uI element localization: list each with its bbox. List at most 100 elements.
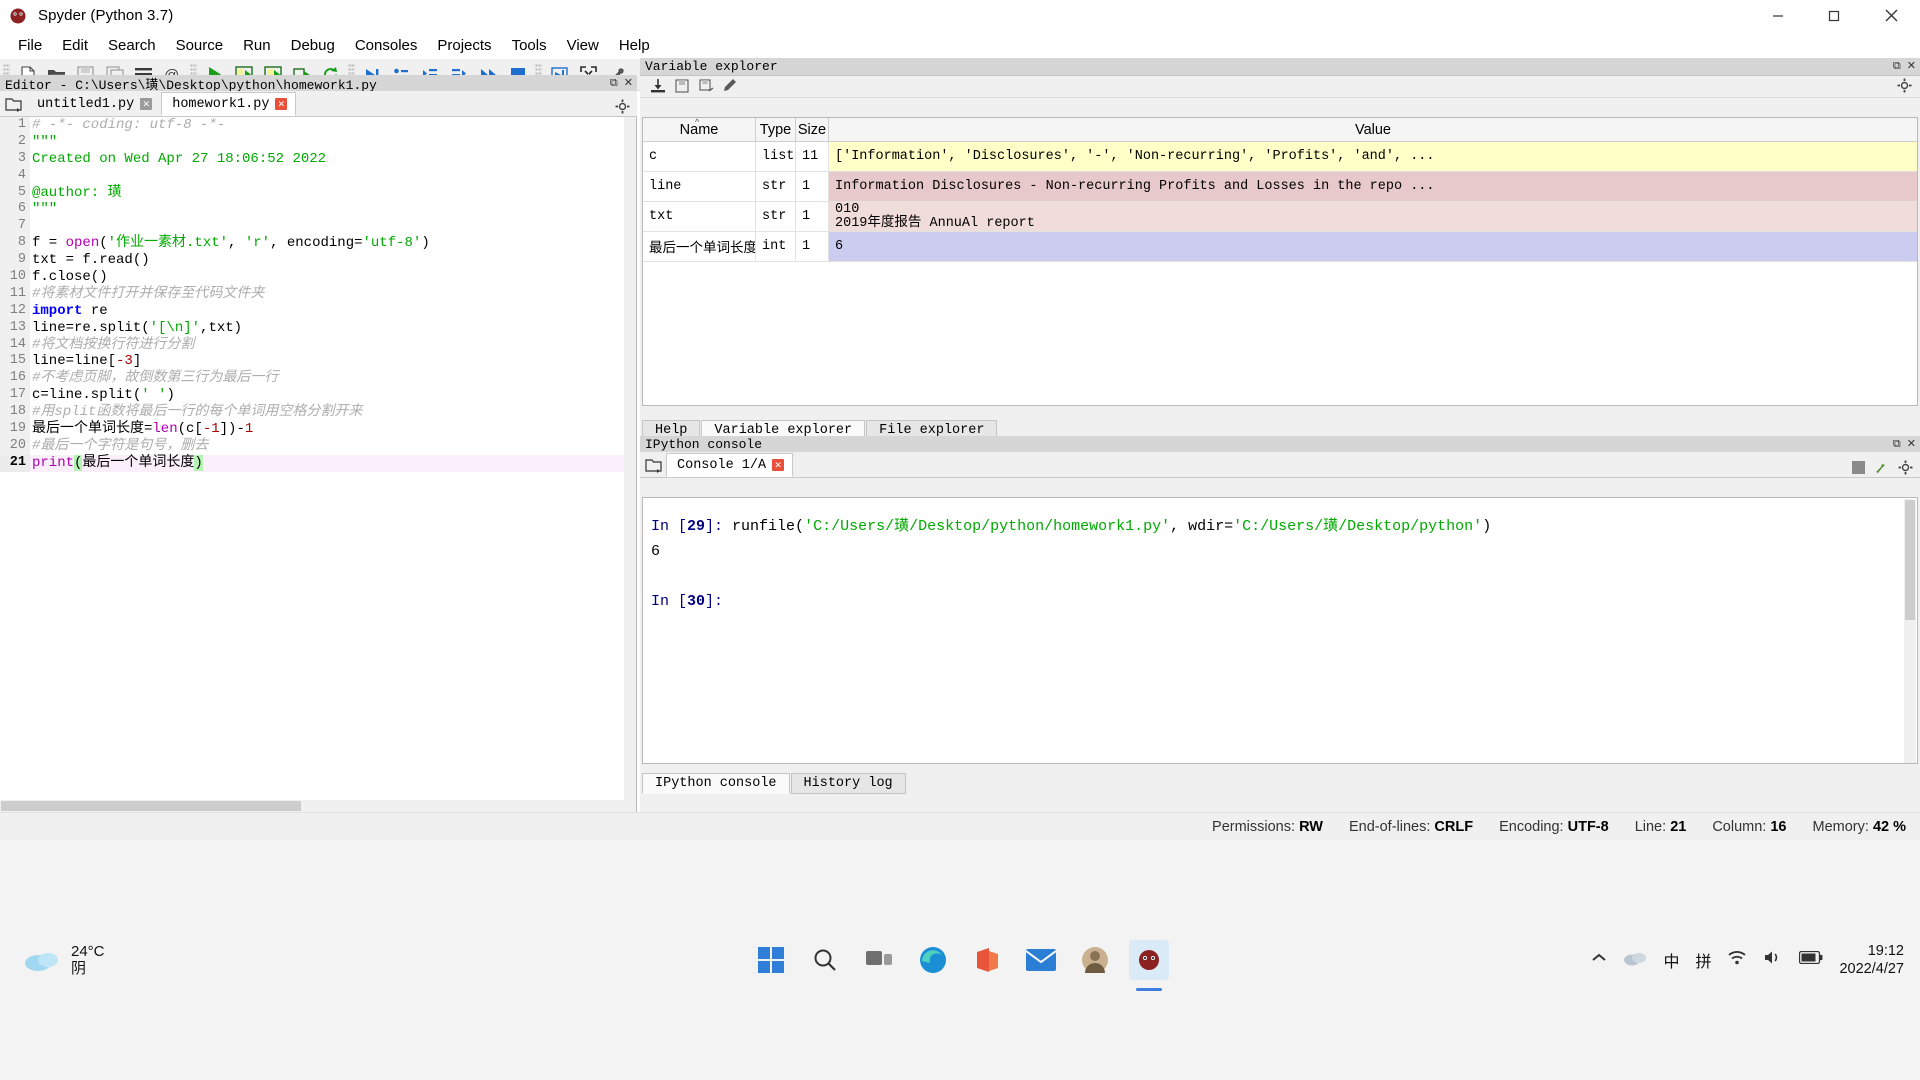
- close-pane-icon[interactable]: ✕: [624, 77, 633, 89]
- menu-help[interactable]: Help: [609, 35, 660, 56]
- code-line[interactable]: 9 txt = f.read(): [0, 252, 625, 270]
- console-scrollbar[interactable]: [1904, 499, 1916, 763]
- variable-explorer-options[interactable]: [1897, 78, 1920, 93]
- close-pane-icon[interactable]: ✕: [1907, 438, 1916, 450]
- menu-source[interactable]: Source: [166, 35, 234, 56]
- menu-search[interactable]: Search: [98, 35, 166, 56]
- code-line[interactable]: 2 """: [0, 133, 625, 151]
- reset-namespace-icon[interactable]: [718, 75, 742, 97]
- battery-icon[interactable]: [1799, 950, 1823, 969]
- code-line[interactable]: 19 最后一个单词长度=len(c[-1])-1: [0, 421, 625, 438]
- menu-projects[interactable]: Projects: [427, 35, 501, 56]
- code-line[interactable]: 7: [0, 218, 625, 236]
- variable-name: line: [643, 172, 756, 201]
- code-editor[interactable]: 1 # -*- coding: utf-8 -*- 2 """ 3 Created on …: [0, 117, 637, 812]
- close-pane-icon[interactable]: ✕: [1907, 60, 1916, 72]
- code-line[interactable]: 3 Created on Wed Apr 27 18:06:52 2022: [0, 150, 625, 168]
- editor-pane: Editor - C:\Users\璜\Desktop\python\homew…: [0, 75, 637, 812]
- close-tab-icon[interactable]: ✕: [140, 98, 153, 110]
- taskbar-clock[interactable]: 19:12 2022/4/27: [1839, 942, 1904, 978]
- menu-file[interactable]: File: [8, 35, 52, 56]
- console-tab-1a[interactable]: Console 1/A ✕: [666, 453, 794, 477]
- office-icon[interactable]: [967, 940, 1007, 980]
- browse-tabs-icon[interactable]: [640, 453, 666, 477]
- table-row[interactable]: c list 11 ['Information', 'Disclosures', '-…: [643, 142, 1917, 172]
- user-photo-icon[interactable]: [1075, 940, 1115, 980]
- close-tab-icon[interactable]: ✕: [772, 459, 785, 471]
- table-row[interactable]: 最后一个单词长度 int 1 6: [643, 232, 1917, 262]
- menu-edit[interactable]: Edit: [52, 35, 98, 56]
- tab-history-log[interactable]: History log: [790, 773, 906, 794]
- menu-run[interactable]: Run: [233, 35, 281, 56]
- code-line[interactable]: 4: [0, 167, 625, 185]
- editor-tab-untitled1[interactable]: untitled1.py ✕: [26, 92, 162, 116]
- undock-icon[interactable]: ⧉: [610, 77, 618, 89]
- code-line[interactable]: 13 line=re.split('[\n]',txt): [0, 319, 625, 337]
- onedrive-icon[interactable]: [1623, 950, 1647, 971]
- menu-tools[interactable]: Tools: [502, 35, 557, 56]
- column-header-type[interactable]: Type: [756, 118, 796, 141]
- taskbar-weather-widget[interactable]: 24°C 阴: [0, 943, 105, 977]
- task-view-icon[interactable]: [859, 940, 899, 980]
- editor-horizontal-scrollbar[interactable]: [0, 800, 625, 812]
- code-line[interactable]: 8f = open('作业一素材.txt', 'r', encoding='ut…: [0, 235, 625, 253]
- undock-icon[interactable]: ⧉: [1893, 60, 1901, 72]
- ime-pinyin-indicator[interactable]: 拼: [1695, 948, 1711, 972]
- maximize-button[interactable]: [1806, 0, 1862, 32]
- close-button[interactable]: [1862, 0, 1920, 32]
- column-header-name[interactable]: ^ Name: [643, 118, 756, 141]
- code-line[interactable]: 20 #最后一个字符是句号，删去: [0, 437, 625, 455]
- browse-tabs-icon[interactable]: [0, 92, 26, 116]
- tab-ipython-console[interactable]: IPython console: [642, 773, 790, 794]
- code-line[interactable]: 18 #用split函数将最后一行的每个单词用空格分割开来: [0, 404, 625, 422]
- scrollbar-thumb[interactable]: [1905, 500, 1915, 620]
- scrollbar-thumb[interactable]: [1, 801, 301, 811]
- line-number: 2: [0, 133, 30, 151]
- code-line[interactable]: 5 @author: 璜: [0, 184, 625, 202]
- console-line: 6: [651, 543, 661, 560]
- edge-icon[interactable]: [913, 940, 953, 980]
- import-data-icon[interactable]: [646, 75, 670, 97]
- mail-icon[interactable]: [1021, 940, 1061, 980]
- menu-view[interactable]: View: [557, 35, 609, 56]
- close-tab-icon[interactable]: ✕: [275, 98, 288, 110]
- console-output[interactable]: In [29]: runfile('C:/Users/璜/Desktop/pyt…: [642, 497, 1918, 764]
- code-line[interactable]: 14 #将文档按换行符进行分割: [0, 336, 625, 354]
- code-line[interactable]: 12 import re: [0, 302, 625, 320]
- save-data-icon[interactable]: [670, 75, 694, 97]
- line-number: 21: [0, 454, 30, 472]
- spyder-icon[interactable]: [1129, 940, 1169, 991]
- code-line[interactable]: 11 #将素材文件打开并保存至代码文件夹: [0, 285, 625, 303]
- code-line[interactable]: 17 c=line.split(' '): [0, 387, 625, 405]
- column-header-value[interactable]: Value: [829, 118, 1917, 141]
- column-header-size[interactable]: Size: [796, 118, 829, 141]
- options-gear-icon[interactable]: [1898, 460, 1913, 475]
- start-icon[interactable]: [751, 940, 791, 980]
- save-as-icon[interactable]: [694, 75, 718, 97]
- show-hidden-icons-icon[interactable]: [1591, 951, 1607, 969]
- menu-debug[interactable]: Debug: [281, 35, 345, 56]
- code-line[interactable]: 6 """: [0, 201, 625, 219]
- code-line[interactable]: 1 # -*- coding: utf-8 -*-: [0, 117, 625, 134]
- ime-language-indicator[interactable]: 中: [1663, 948, 1679, 972]
- menu-bar: File Edit Search Source Run Debug Consol…: [0, 32, 1920, 59]
- code-line[interactable]: 21 print(最后一个单词长度): [0, 454, 625, 472]
- editor-vertical-scrollbar[interactable]: [624, 117, 636, 812]
- stop-icon[interactable]: [1852, 461, 1865, 474]
- table-row[interactable]: line str 1 Information Disclosures - Non-re…: [643, 172, 1917, 202]
- console-line: In [29]: runfile('C:/Users/璜/Desktop/pyt…: [651, 518, 1492, 535]
- code-line[interactable]: 15 line=line[-3]: [0, 353, 625, 371]
- menu-consoles[interactable]: Consoles: [345, 35, 428, 56]
- connect-icon[interactable]: [1874, 461, 1889, 475]
- variables-table[interactable]: ^ Name Type Size Value c list 11 ['Informat…: [642, 117, 1918, 406]
- table-row[interactable]: txt str 1 010 2019年度报告 AnnuAl report: [643, 202, 1917, 232]
- undock-icon[interactable]: ⧉: [1893, 438, 1901, 450]
- code-line[interactable]: 10 f.close(): [0, 269, 625, 286]
- code-line[interactable]: 16 #不考虑页脚，故倒数第三行为最后一行: [0, 370, 625, 388]
- volume-icon[interactable]: [1763, 950, 1783, 970]
- editor-options[interactable]: [615, 99, 637, 116]
- search-icon[interactable]: [805, 940, 845, 980]
- wifi-icon[interactable]: [1727, 950, 1747, 970]
- editor-tab-homework1[interactable]: homework1.py ✕: [161, 92, 297, 116]
- minimize-button[interactable]: [1750, 0, 1806, 32]
